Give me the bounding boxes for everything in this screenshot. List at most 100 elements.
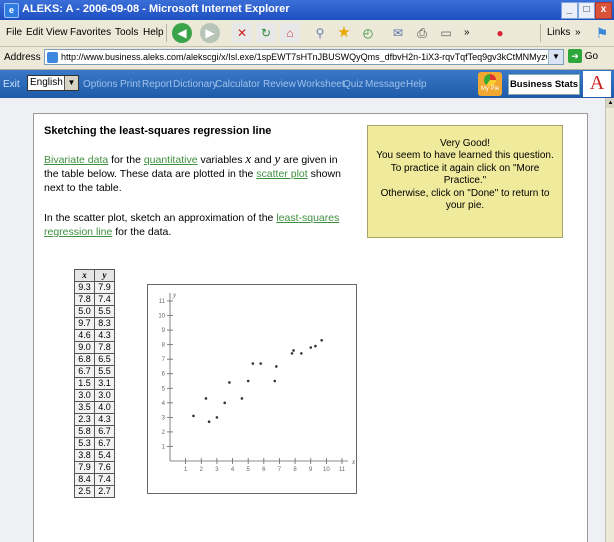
windows-flag-icon: ⚑ [595, 25, 609, 41]
print-icon[interactable]: ⎙ [412, 23, 432, 43]
data-point [204, 397, 208, 400]
table-body: 9.3 7.9 7.8 7.4 5.0 5.5 9.7 8.3 4.6 4.3 9.0 7.8 6.8 6… [74, 281, 115, 498]
toolbar-report[interactable]: Report [142, 79, 172, 90]
go-button[interactable]: ➜ Go [568, 49, 598, 65]
language-dropdown-icon[interactable]: ▼ [64, 76, 78, 90]
go-arrow-icon: ➜ [568, 49, 582, 64]
menu-edit[interactable]: Edit [26, 27, 43, 38]
vertical-scrollbar[interactable]: ▲ [605, 98, 614, 542]
edit-icon[interactable]: ▭ [436, 23, 456, 43]
address-field[interactable]: ▼ [44, 49, 564, 65]
table-row: 5.3 6.7 [74, 437, 115, 450]
data-point [290, 352, 294, 355]
home-icon[interactable]: ⌂ [280, 23, 300, 43]
data-point [275, 365, 278, 368]
table-row: 5.0 5.5 [74, 305, 115, 318]
cell-y: 7.4 [94, 293, 115, 306]
cell-y: 6.7 [94, 437, 115, 450]
scroll-up-icon[interactable]: ▲ [606, 98, 614, 108]
y-tick-label: 5 [162, 386, 166, 392]
toolbar-options[interactable]: Options [83, 79, 117, 90]
menu-file[interactable]: File [6, 27, 22, 38]
x-tick-label: 8 [293, 467, 297, 473]
maximize-button[interactable]: □ [578, 2, 595, 19]
scatter-plot-svg[interactable]: 1 2 3 4 5 6 7 8 9 10 111234567891011xy [148, 285, 356, 493]
scatter-plot-link[interactable]: scatter plot [256, 168, 307, 180]
cell-y: 7.6 [94, 461, 115, 474]
table-row: 7.9 7.6 [74, 461, 115, 474]
go-label: Go [584, 51, 599, 62]
bivariate-data-link[interactable]: Bivariate data [44, 154, 108, 166]
menu-view[interactable]: View [46, 27, 68, 38]
url-input[interactable] [61, 50, 547, 64]
table-row: 7.8 7.4 [74, 293, 115, 306]
search-icon[interactable]: ⚲ [310, 23, 330, 43]
stop-icon[interactable]: ✕ [232, 23, 252, 43]
mail-icon[interactable]: ✉ [388, 23, 408, 43]
table-row: 2.3 4.3 [74, 413, 115, 426]
toolbar-dictionary[interactable]: Dictionary [173, 79, 217, 90]
menu-tools[interactable]: Tools [115, 27, 138, 38]
quantitative-link[interactable]: quantitative [144, 154, 198, 166]
table-row: 6.8 6.5 [74, 353, 115, 366]
page-icon [47, 52, 58, 63]
x-tick-label: 7 [278, 467, 282, 473]
data-point [300, 352, 303, 355]
links-label[interactable]: Links [547, 27, 570, 38]
cell-y: 5.4 [94, 449, 115, 462]
pie-icon [484, 74, 496, 86]
cell-x: 9.0 [74, 341, 95, 354]
scatter-plot[interactable]: 1 2 3 4 5 6 7 8 9 10 11 1 2 3 4 5 6 7 8 9 10 11 x y [147, 284, 357, 494]
title-bar: e ALEKS: A - 2006-09-08 - Microsoft Inte… [0, 0, 614, 20]
course-button[interactable]: Business Stats [508, 74, 580, 95]
y-axis-label: y [172, 291, 177, 299]
cell-x: 9.7 [74, 317, 95, 330]
my-pie-button[interactable]: My Pie [478, 72, 502, 96]
toolbar-print[interactable]: Print [120, 79, 141, 90]
exit-link[interactable]: Exit [3, 79, 20, 90]
toolbar-help[interactable]: Help [406, 79, 427, 90]
language-select[interactable]: English ▼ [27, 75, 79, 91]
refresh-icon[interactable]: ↻ [256, 23, 276, 43]
favorites-star-icon[interactable]: ★ [334, 23, 354, 43]
cell-x: 3.5 [74, 401, 95, 414]
menu-help[interactable]: Help [143, 27, 164, 38]
language-value: English [30, 77, 63, 88]
x-tick-label: 6 [262, 467, 266, 473]
links-more-icon[interactable]: » [575, 27, 581, 38]
toolbar-quiz[interactable]: Quiz [343, 79, 364, 90]
back-icon[interactable]: ◀ [172, 23, 192, 43]
table-header-y: y [94, 269, 115, 282]
y-tick-label: 2 [162, 430, 166, 436]
ie-icon: e [4, 3, 19, 18]
data-point [259, 362, 262, 365]
x-tick-label: 1 [184, 467, 188, 473]
x-tick-label: 4 [231, 467, 235, 473]
history-icon[interactable]: ◴ [358, 23, 378, 43]
cell-y: 6.7 [94, 425, 115, 438]
feedback-message: Very Good! You seem to have learned this… [367, 125, 563, 238]
x-tick-label: 3 [215, 467, 219, 473]
messenger-icon[interactable]: ● [490, 23, 510, 43]
close-button[interactable]: x [595, 2, 612, 19]
cell-x: 6.7 [74, 365, 95, 378]
toolbar-review[interactable]: Review [263, 79, 296, 90]
toolbar-more-icon[interactable]: » [464, 27, 470, 38]
feedback-line-3: To practice it again click on "More Prac… [390, 162, 540, 187]
table-header-x: x [74, 269, 95, 282]
table-row: 2.5 2.7 [74, 485, 115, 498]
data-point [246, 379, 250, 383]
y-tick-label: 4 [162, 401, 166, 407]
toolbar-worksheet[interactable]: Worksheet [297, 79, 345, 90]
forward-icon[interactable]: ▶ [200, 23, 220, 43]
menu-favorites[interactable]: Favorites [70, 27, 111, 38]
toolbar-calculator[interactable]: Calculator [215, 79, 260, 90]
minimize-button[interactable]: _ [561, 2, 578, 19]
problem-text-2: In the scatter plot, sketch an approxima… [44, 211, 344, 239]
table-row: 3.8 5.4 [74, 449, 115, 462]
problem-title: Sketching the least-squares regression l… [44, 125, 272, 137]
toolbar-message[interactable]: Message [365, 79, 406, 90]
x-axis-label: x [351, 458, 356, 466]
address-dropdown-icon[interactable]: ▼ [548, 50, 563, 64]
cell-x: 4.6 [74, 329, 95, 342]
